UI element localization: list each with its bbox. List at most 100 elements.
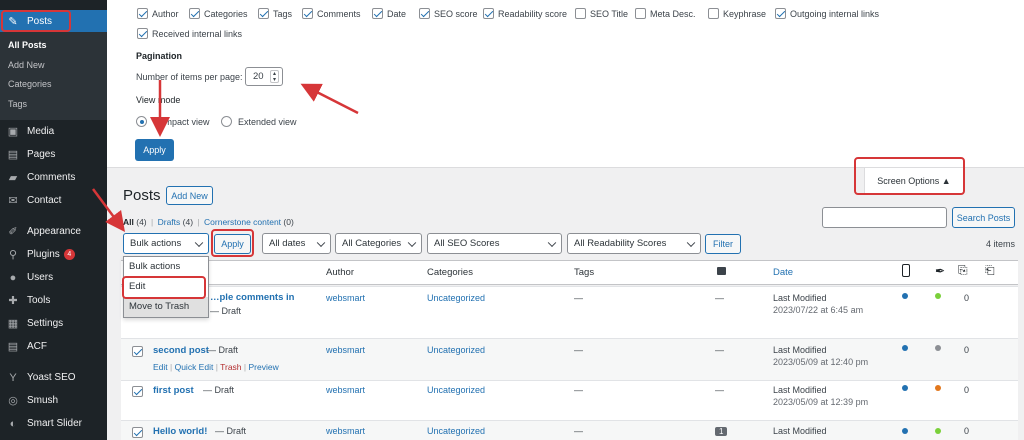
post-category[interactable]: Uncategorized	[427, 385, 485, 395]
sidebar-item-smart-slider[interactable]: ◐ Smart Slider	[0, 412, 107, 435]
column-toggle-meta-desc[interactable]: Meta Desc.	[635, 8, 696, 19]
spinner-icon[interactable]: ▴ ▾	[270, 70, 279, 83]
column-toggle-seo-score[interactable]: SEO score	[419, 8, 478, 19]
post-author[interactable]: websmart	[326, 385, 365, 395]
radio-button[interactable]	[221, 116, 232, 127]
sidebar-item-appearance[interactable]: ✐ Appearance	[0, 220, 107, 243]
post-author[interactable]: websmart	[326, 345, 365, 355]
column-toggle-categories[interactable]: Categories	[189, 8, 248, 19]
sidebar-item-plugins[interactable]: ⚲ Plugins 4	[0, 243, 107, 266]
column-header-author[interactable]: Author	[326, 267, 354, 278]
checkbox[interactable]	[775, 8, 786, 19]
post-title[interactable]: first post	[153, 385, 194, 396]
bulk-actions-select[interactable]: Bulk actions	[123, 233, 209, 254]
checkbox[interactable]	[372, 8, 383, 19]
post-title[interactable]: …ple comments in	[210, 292, 294, 303]
seo-score-column-icon[interactable]	[902, 264, 910, 277]
sidebar-item-media[interactable]: ▣ Media	[0, 120, 107, 143]
submenu-all-posts[interactable]: All Posts	[0, 36, 107, 56]
post-category[interactable]: Uncategorized	[427, 345, 485, 355]
readability-indicator	[935, 428, 941, 434]
search-posts-button[interactable]: Search Posts	[952, 207, 1015, 228]
checkbox[interactable]	[137, 28, 148, 39]
submenu-tags[interactable]: Tags	[0, 95, 107, 115]
filter-drafts[interactable]: Drafts	[158, 217, 181, 227]
sidebar-item-label: Comments	[27, 172, 76, 183]
column-header-date[interactable]: Date	[773, 267, 793, 278]
view-mode-extended[interactable]: Extended view	[221, 116, 297, 127]
row-action-trash[interactable]: Trash	[220, 362, 241, 372]
post-title[interactable]: Hello world!	[153, 426, 207, 437]
sidebar-item-smush[interactable]: ◎ Smush	[0, 389, 107, 412]
sidebar-item-users[interactable]: ● Users	[0, 266, 107, 289]
checkbox[interactable]	[483, 8, 494, 19]
sidebar-item-settings[interactable]: ▦ Settings	[0, 312, 107, 335]
column-toggle-date[interactable]: Date	[372, 8, 406, 19]
search-input[interactable]	[822, 207, 947, 228]
post-title[interactable]: second post	[153, 345, 209, 356]
sidebar-item-pages[interactable]: ▤ Pages	[0, 143, 107, 166]
row-action-preview[interactable]: Preview	[248, 362, 278, 372]
pages-icon: ▤	[7, 149, 19, 161]
post-author[interactable]: websmart	[326, 426, 365, 436]
categories-filter-select[interactable]: All Categories	[335, 233, 422, 254]
sidebar-item-acf[interactable]: ▤ ACF	[0, 335, 107, 358]
column-toggle-tags[interactable]: Tags	[258, 8, 292, 19]
checkbox[interactable]	[419, 8, 430, 19]
bulk-option-bulk-actions[interactable]: Bulk actions	[124, 257, 208, 277]
post-comments-bubble[interactable]: 1	[715, 427, 728, 436]
row-checkbox[interactable]	[132, 427, 143, 438]
settings-icon: ▦	[7, 318, 19, 330]
row-checkbox[interactable]	[132, 386, 143, 397]
post-category[interactable]: Uncategorized	[427, 293, 485, 303]
items-per-page-stepper[interactable]: 20 ▴ ▾	[245, 67, 283, 86]
column-toggle-seo-title[interactable]: SEO Title	[575, 8, 628, 19]
row-action-quick-edit[interactable]: Quick Edit	[175, 362, 214, 372]
post-date-label: Last Modified	[773, 426, 827, 436]
screen-options-toggle[interactable]: Screen Options ▲	[864, 168, 964, 194]
filter-button[interactable]: Filter	[705, 234, 741, 254]
column-toggle-author[interactable]: Author	[137, 8, 179, 19]
readability-column-icon[interactable]: ✒	[935, 264, 945, 278]
checkbox[interactable]	[575, 8, 586, 19]
sidebar-item-tools[interactable]: ✚ Tools	[0, 289, 107, 312]
sidebar-item-comments[interactable]: ▰ Comments	[0, 166, 107, 189]
bulk-apply-button[interactable]: Apply	[214, 234, 251, 254]
submenu-add-new[interactable]: Add New	[0, 56, 107, 76]
outgoing-links-column-icon[interactable]: ⎘	[958, 263, 968, 278]
post-category[interactable]: Uncategorized	[427, 426, 485, 436]
checkbox[interactable]	[258, 8, 269, 19]
checkbox[interactable]	[302, 8, 313, 19]
column-toggle-readability[interactable]: Readability score	[483, 8, 567, 19]
filter-all[interactable]: All	[123, 217, 134, 227]
column-toggle-comments[interactable]: Comments	[302, 8, 361, 19]
comments-column-icon[interactable]	[717, 267, 726, 275]
checkbox[interactable]	[635, 8, 646, 19]
chevron-down-icon	[547, 238, 557, 247]
column-toggle-outgoing-links[interactable]: Outgoing internal links	[775, 8, 879, 19]
post-author[interactable]: websmart	[326, 293, 365, 303]
view-mode-compact[interactable]: Compact view	[136, 116, 210, 127]
sidebar-item-contact[interactable]: ✉ Contact	[0, 189, 107, 212]
bulk-option-edit[interactable]: Edit	[124, 277, 208, 297]
screen-options-apply-button[interactable]: Apply	[135, 139, 174, 161]
row-action-edit[interactable]: Edit	[153, 362, 168, 372]
row-checkbox[interactable]	[132, 346, 143, 357]
checkbox[interactable]	[708, 8, 719, 19]
submenu-categories[interactable]: Categories	[0, 75, 107, 95]
filter-cornerstone[interactable]: Cornerstone content	[204, 217, 281, 227]
checkbox[interactable]	[189, 8, 200, 19]
add-new-button[interactable]: Add New	[166, 186, 213, 205]
seo-scores-filter-select[interactable]: All SEO Scores	[427, 233, 562, 254]
sidebar-item-yoast[interactable]: Y Yoast SEO	[0, 366, 107, 389]
received-links-column-icon[interactable]: ⎗	[985, 263, 995, 278]
column-toggle-keyphrase[interactable]: Keyphrase	[708, 8, 766, 19]
dates-filter-select[interactable]: All dates	[262, 233, 331, 254]
checkbox[interactable]	[137, 8, 148, 19]
readability-filter-select[interactable]: All Readability Scores	[567, 233, 701, 254]
bulk-option-move-to-trash[interactable]: Move to Trash	[124, 297, 208, 317]
sidebar-item-posts[interactable]: ✎ Posts	[0, 10, 107, 32]
post-date-label: Last Modified	[773, 293, 827, 303]
radio-button[interactable]	[136, 116, 147, 127]
column-toggle-received-links[interactable]: Received internal links	[137, 28, 242, 39]
